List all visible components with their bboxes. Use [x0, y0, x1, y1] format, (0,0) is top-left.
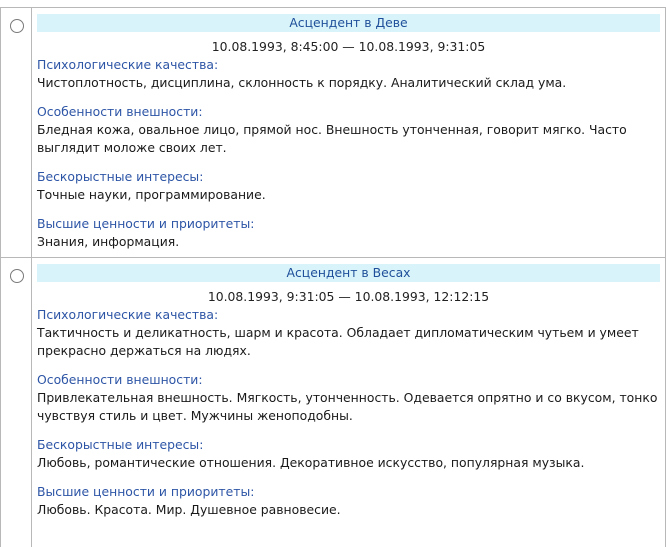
- time-range: 10.08.1993, 9:31:05 — 10.08.1993, 12:12:…: [207, 289, 490, 304]
- section-text-interests: Любовь, романтические отношения. Декорат…: [37, 455, 585, 470]
- radio-cell: [1, 8, 32, 258]
- select-radio[interactable]: [10, 269, 24, 283]
- ascendant-row: Асцендент в Деве 10.08.1993, 8:45:00 — 1…: [0, 7, 666, 258]
- section-label-appearance: Особенности внешности:: [37, 372, 203, 387]
- section-text-appearance: Привлекательная внешность. Мягкость, уто…: [37, 390, 658, 423]
- ascendant-content: Асцендент в Деве 10.08.1993, 8:45:00 — 1…: [37, 8, 660, 251]
- section-label-values: Высшие ценности и приоритеты:: [37, 484, 255, 499]
- section-text-psychology: Чистоплотность, дисциплина, склонность к…: [37, 75, 567, 90]
- section-label-values: Высшие ценности и приоритеты:: [37, 216, 255, 231]
- section-text-psychology: Тактичность и деликатность, шарм и красо…: [37, 325, 639, 358]
- section-label-psychology: Психологические качества:: [37, 57, 219, 72]
- ascendant-title: Асцендент в Деве: [37, 14, 660, 32]
- section-text-values: Знания, информация.: [37, 234, 180, 249]
- section-label-psychology: Психологические качества:: [37, 307, 219, 322]
- select-radio[interactable]: [10, 19, 24, 33]
- ascendant-row: Асцендент в Весах 10.08.1993, 9:31:05 — …: [0, 257, 666, 547]
- section-text-interests: Точные науки, программирование.: [37, 187, 266, 202]
- section-label-interests: Бескорыстные интересы:: [37, 169, 204, 184]
- section-text-appearance: Бледная кожа, овальное лицо, прямой нос.…: [37, 122, 627, 155]
- time-range: 10.08.1993, 8:45:00 — 10.08.1993, 9:31:0…: [211, 39, 486, 54]
- ascendant-title: Асцендент в Весах: [37, 264, 660, 282]
- ascendant-content: Асцендент в Весах 10.08.1993, 9:31:05 — …: [37, 258, 660, 519]
- section-label-interests: Бескорыстные интересы:: [37, 437, 204, 452]
- section-label-appearance: Особенности внешности:: [37, 104, 203, 119]
- section-text-values: Любовь. Красота. Мир. Душевное равновеси…: [37, 502, 341, 517]
- radio-cell: [1, 258, 32, 547]
